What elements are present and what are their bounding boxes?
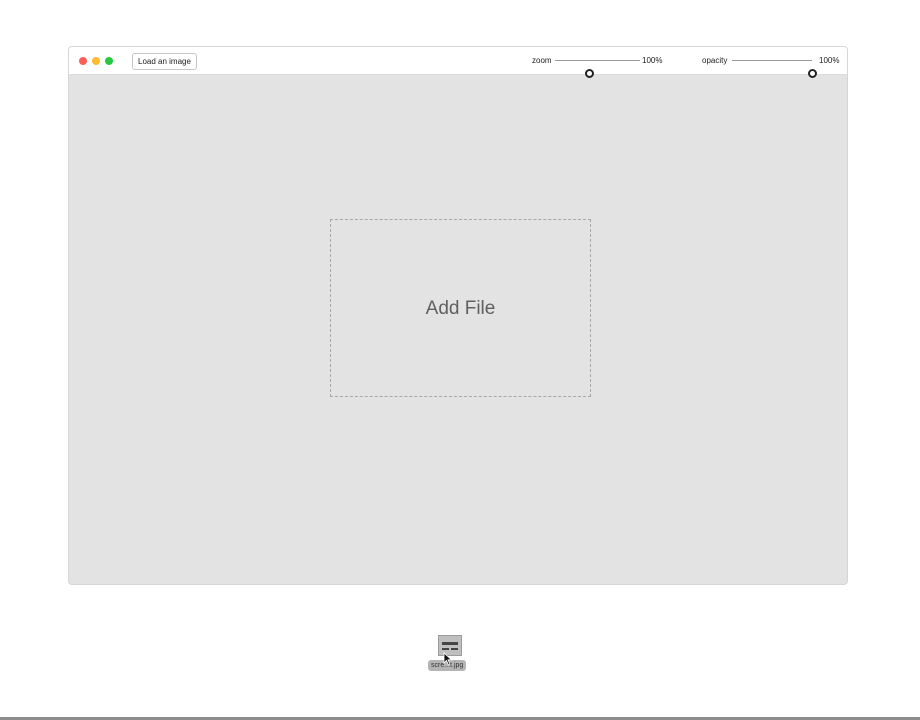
opacity-value: 100%: [819, 56, 840, 65]
opacity-label: opacity: [702, 56, 728, 65]
zoom-slider-track[interactable]: [555, 60, 640, 78]
file-drop-zone[interactable]: Add File: [330, 219, 591, 397]
dragged-file[interactable]: scre...t.jpg: [426, 634, 476, 674]
zoom-slider-knob[interactable]: [584, 69, 594, 78]
drop-zone-label: Add File: [425, 298, 496, 319]
maximize-window-button[interactable]: [105, 57, 113, 65]
titlebar: Load an image zoom 100% opacity 100%: [69, 47, 847, 78]
mouse-cursor-icon: [443, 652, 453, 666]
opacity-slider-track[interactable]: [732, 60, 817, 78]
load-image-button[interactable]: Load an image: [132, 53, 197, 70]
zoom-value: 100%: [642, 56, 663, 65]
close-window-button[interactable]: [79, 57, 87, 65]
opacity-slider-knob[interactable]: [807, 69, 817, 78]
screen: Load an image zoom 100% opacity 100% Add…: [0, 0, 920, 720]
minimize-window-button[interactable]: [92, 57, 100, 65]
app-window: Load an image zoom 100% opacity 100% Add…: [68, 46, 848, 585]
zoom-label: zoom: [532, 56, 552, 65]
